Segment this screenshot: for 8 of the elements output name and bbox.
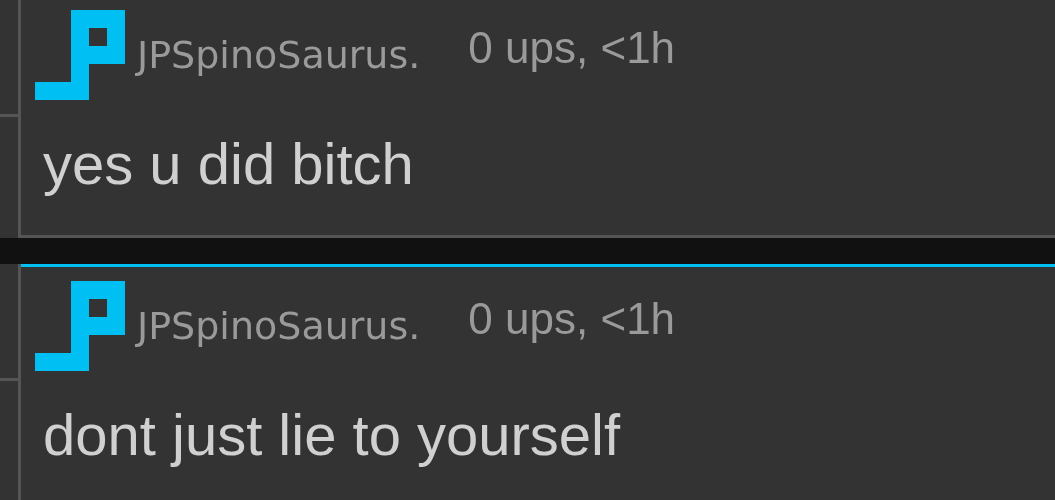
comment-text: dont just lie to yourself [43, 401, 622, 468]
comment-meta: 0 ups, <1h [468, 294, 676, 344]
comment-text: yes u did bitch [43, 130, 415, 197]
username-link[interactable]: JPSpinoSaurus. [137, 33, 421, 77]
avatar-icon[interactable] [35, 281, 125, 371]
avatar-icon[interactable] [35, 10, 125, 100]
username-link[interactable]: JPSpinoSaurus. [137, 304, 421, 348]
comment-meta: 0 ups, <1h [468, 23, 676, 73]
